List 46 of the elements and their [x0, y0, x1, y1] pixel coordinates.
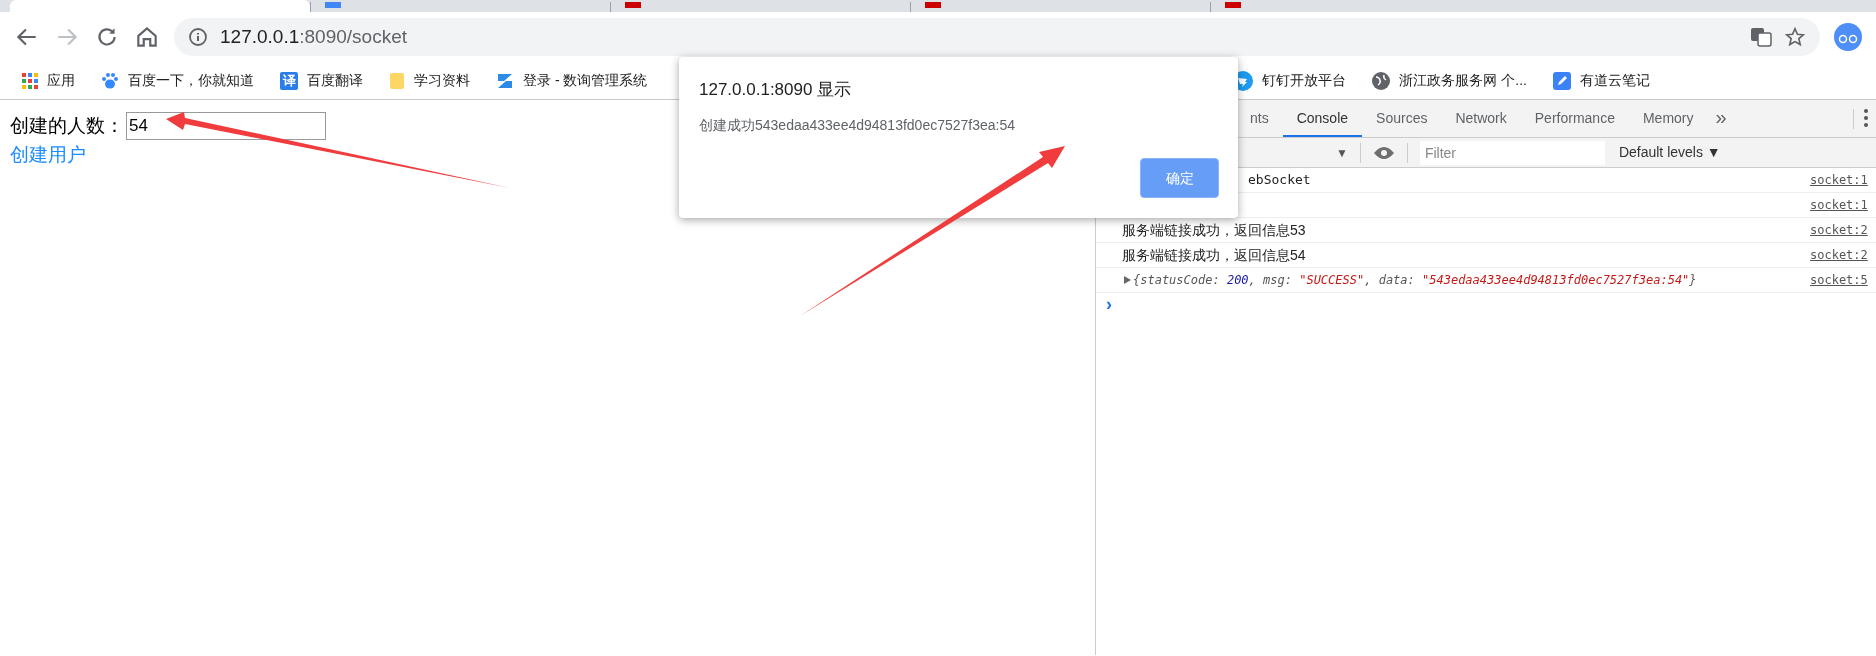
source-link[interactable]: socket:1: [1810, 171, 1876, 189]
more-tabs-button[interactable]: »: [1707, 101, 1735, 137]
bookmark-link[interactable]: 学习资料: [414, 70, 470, 91]
console-object: {statusCode: 200, msg: "SUCCESS", data: "543edaa433ee4d94813fd0ec7527f3ea:54"}: [1133, 272, 1697, 289]
devtools-tab[interactable]: Sources: [1362, 101, 1442, 137]
bookmark-link[interactable]: 应用: [47, 70, 75, 91]
devtools-tab[interactable]: Network: [1441, 101, 1521, 137]
console-message: 服务端链接成功，返回信息54: [1122, 245, 1306, 265]
devtools-tab[interactable]: nts: [1236, 101, 1283, 137]
source-link[interactable]: socket:2: [1810, 221, 1876, 239]
context-dropdown-icon[interactable]: ▼: [1336, 143, 1348, 162]
console-prompt[interactable]: ›: [1096, 293, 1112, 315]
logo-icon: [496, 71, 514, 90]
note-icon: [1553, 71, 1571, 90]
bookmark-link[interactable]: 百度翻译: [307, 70, 363, 91]
console-message: 服务端链接成功，返回信息53: [1122, 220, 1306, 240]
console-message: ebSocket: [1248, 171, 1311, 190]
eye-icon[interactable]: [1372, 145, 1395, 160]
apps-grid-icon: [22, 72, 38, 89]
devtools-tab[interactable]: Performance: [1520, 101, 1629, 137]
info-icon: [188, 27, 208, 47]
count-input[interactable]: 54: [126, 112, 326, 141]
bookmark-link[interactable]: 登录 - 数询管理系统: [523, 70, 648, 91]
devtools-tab[interactable]: Memory: [1628, 101, 1708, 137]
translate-icon: 译: [280, 71, 298, 90]
expand-arrow-icon[interactable]: [1124, 276, 1131, 284]
source-link[interactable]: socket:1: [1810, 196, 1876, 214]
levels-dropdown[interactable]: Default levels ▼: [1618, 142, 1721, 163]
source-link[interactable]: socket:5: [1810, 271, 1876, 289]
paw-icon: [101, 71, 119, 90]
address-bar[interactable]: 127.0.0.1:8090/socket: [174, 18, 1820, 56]
bookmark-link[interactable]: 浙江政务服务网 个...: [1399, 70, 1527, 91]
home-icon[interactable]: [134, 24, 160, 50]
filter-field[interactable]: Filter: [1419, 140, 1605, 165]
star-icon[interactable]: [1784, 26, 1806, 48]
dialog-message: 创建成功543edaa433ee4d94813fd0ec7527f3ea:54: [699, 115, 1016, 135]
dialog-title: 127.0.0.1:8090 显示: [699, 79, 852, 101]
bookmark-link[interactable]: 钉钉开放平台: [1262, 70, 1347, 91]
more-options-icon[interactable]: [1864, 109, 1868, 127]
url-text: 127.0.0.1:8090/socket: [220, 24, 408, 49]
folder-icon: [389, 71, 405, 90]
bookmark-link[interactable]: 百度一下，你就知道: [128, 70, 254, 91]
count-label: 创建的人数：: [10, 114, 124, 138]
avatar-icon[interactable]: [1834, 23, 1862, 51]
source-link[interactable]: socket:2: [1810, 246, 1876, 264]
bookmark-link[interactable]: 有道云笔记: [1580, 70, 1650, 91]
